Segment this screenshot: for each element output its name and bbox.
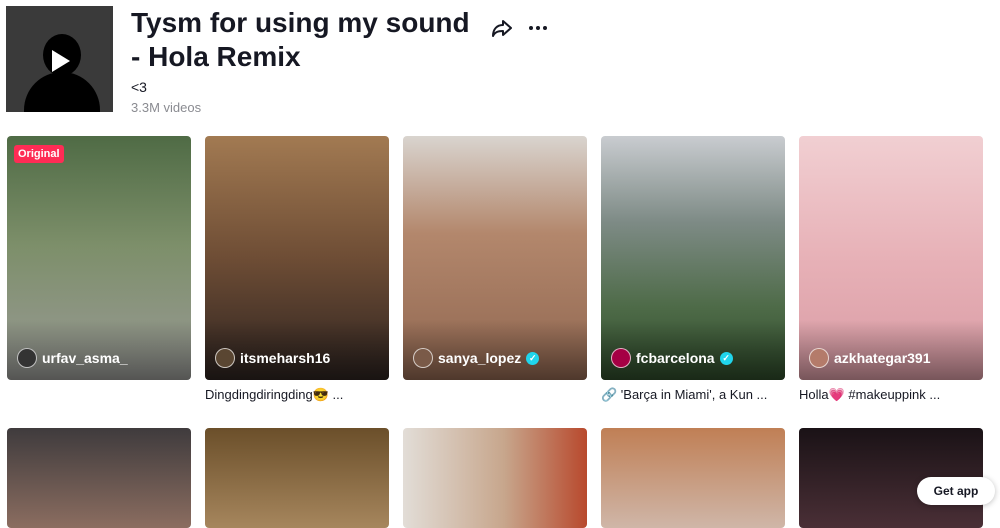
video-author[interactable]: sanya_lopez ✓ (413, 348, 540, 368)
verified-icon: ✓ (526, 351, 540, 365)
original-badge: Original (14, 145, 64, 163)
author-name: fcbarcelona (636, 350, 715, 366)
video-author[interactable]: itsmeharsh16 (215, 348, 330, 368)
video-card[interactable]: Original urfav_asma_ (7, 136, 191, 380)
video-caption[interactable]: Dingdingdiringding😎 ... (205, 387, 389, 403)
verified-icon: ✓ (719, 351, 733, 365)
get-app-button[interactable]: Get app (917, 477, 995, 505)
video-caption[interactable]: Holla💗 #makeuppink ... (799, 387, 983, 403)
video-card[interactable]: itsmeharsh16 (205, 136, 389, 380)
video-card[interactable]: azkhategar391 (799, 136, 983, 380)
video-author[interactable]: azkhategar391 (809, 348, 931, 368)
more-icon[interactable] (526, 16, 550, 40)
video-caption[interactable]: 🔗 'Barça in Miami', a Kun ... (601, 387, 785, 403)
avatar (413, 348, 433, 368)
play-icon[interactable] (52, 50, 70, 72)
avatar-body (24, 72, 100, 112)
video-count: 3.3M videos (131, 100, 202, 115)
sound-cover[interactable] (6, 6, 113, 112)
video-card[interactable] (403, 428, 587, 528)
video-author[interactable]: fcbarcelona ✓ (611, 348, 733, 368)
author-name: urfav_asma_ (42, 350, 128, 366)
video-card[interactable]: sanya_lopez ✓ (403, 136, 587, 380)
avatar (17, 348, 37, 368)
author-name: sanya_lopez (438, 350, 522, 366)
video-card[interactable]: fcbarcelona ✓ (601, 136, 785, 380)
sound-description: <3 (131, 79, 147, 95)
video-card[interactable] (601, 428, 785, 528)
author-name: itsmeharsh16 (240, 350, 331, 366)
sound-title: Tysm for using my sound - Hola Remix (131, 7, 470, 72)
video-author[interactable]: urfav_asma_ (17, 348, 128, 368)
video-card[interactable] (7, 428, 191, 528)
author-name: azkhategar391 (834, 350, 931, 366)
share-icon[interactable] (490, 16, 514, 40)
avatar (215, 348, 235, 368)
avatar (611, 348, 631, 368)
avatar (809, 348, 829, 368)
video-card[interactable] (205, 428, 389, 528)
